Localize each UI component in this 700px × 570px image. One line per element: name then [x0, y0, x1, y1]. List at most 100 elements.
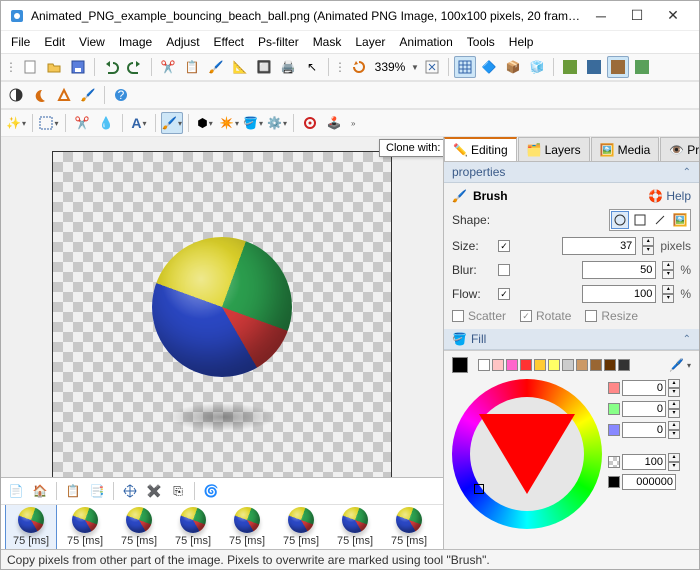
redo-button[interactable]	[124, 56, 146, 78]
zoom-fit-button[interactable]	[421, 56, 443, 78]
tab-layers[interactable]: 🗂️Layers	[518, 137, 590, 161]
more-tools-icon[interactable]: »	[351, 119, 355, 128]
menu-ps-filter[interactable]: Ps-filter	[252, 33, 305, 51]
zoom-control[interactable]: 339% ▼	[372, 60, 419, 74]
tool-d-icon[interactable]: 📐	[229, 56, 251, 78]
hex-input[interactable]	[622, 474, 676, 490]
frame-dup-icon[interactable]: ⎘	[167, 480, 189, 502]
swatch[interactable]	[492, 359, 504, 371]
help-link[interactable]: 🛟Help	[648, 189, 691, 203]
menu-help[interactable]: Help	[503, 33, 540, 51]
tool-c-icon[interactable]: 🖌️	[205, 56, 227, 78]
frame-del-icon[interactable]: ✖️	[143, 480, 165, 502]
ch2-spinner[interactable]: ▴▾	[668, 421, 680, 439]
flow-input[interactable]	[582, 285, 656, 303]
tool-f-icon[interactable]: 🖨️	[277, 56, 299, 78]
shape-line-button[interactable]	[651, 211, 669, 229]
size-checkbox[interactable]: ✓	[498, 240, 510, 252]
palette2-icon[interactable]	[583, 56, 605, 78]
frames-list[interactable]: 75 [ms] 75 [ms] 75 [ms] 75 [ms] 75 [ms] …	[1, 505, 443, 549]
ch0-spinner[interactable]: ▴▾	[668, 379, 680, 397]
swatch[interactable]	[520, 359, 532, 371]
clone-tool-icon[interactable]: ⚙️▾	[266, 112, 288, 134]
menu-view[interactable]: View	[73, 33, 111, 51]
ch2-input[interactable]	[622, 422, 666, 438]
grip-icon[interactable]: ⋮	[5, 60, 17, 74]
shape-tool-icon[interactable]: ⬢▾	[194, 112, 216, 134]
frame-item[interactable]: 75 [ms]	[5, 505, 57, 549]
frame-item[interactable]: 75 [ms]	[113, 505, 165, 549]
flow-spinner[interactable]: ▴▾	[662, 285, 674, 303]
eyedropper-icon[interactable]: 🖊️	[669, 358, 684, 372]
menu-file[interactable]: File	[5, 33, 36, 51]
crop-tool-icon[interactable]: ✂️	[71, 112, 93, 134]
color-wheel[interactable]	[452, 379, 602, 529]
shape-circle-button[interactable]	[611, 211, 629, 229]
ch1-input[interactable]	[622, 401, 666, 417]
color-marker[interactable]	[474, 484, 484, 494]
open-button[interactable]	[43, 56, 65, 78]
tool-b-icon[interactable]: 📋	[181, 56, 203, 78]
tool-e-icon[interactable]: 🔲	[253, 56, 275, 78]
palette4-icon[interactable]	[631, 56, 653, 78]
brush2-icon[interactable]: 🖌️	[77, 84, 99, 106]
frame-item[interactable]: 75 [ms]	[59, 505, 111, 549]
text-tool-icon[interactable]: A▾	[128, 112, 150, 134]
menu-effect[interactable]: Effect	[208, 33, 250, 51]
eyedrop-tool-icon[interactable]: 💧	[95, 112, 117, 134]
joystick-tool-icon[interactable]: 🕹️	[323, 112, 345, 134]
swatch[interactable]	[548, 359, 560, 371]
palette3-icon[interactable]	[607, 56, 629, 78]
canvas[interactable]	[52, 151, 392, 477]
tool-j-icon[interactable]: 🧊	[526, 56, 548, 78]
menu-layer[interactable]: Layer	[349, 33, 391, 51]
swatch[interactable]	[478, 359, 490, 371]
swatch[interactable]	[576, 359, 588, 371]
triangle-icon[interactable]	[53, 84, 75, 106]
rotate-button[interactable]	[348, 56, 370, 78]
frame-fx-icon[interactable]: 🌀	[200, 480, 222, 502]
maximize-button[interactable]: ☐	[619, 4, 655, 28]
frame-copy-icon[interactable]: 📋	[62, 480, 84, 502]
wand-tool-icon[interactable]: ✨▾	[5, 112, 27, 134]
swatch[interactable]	[534, 359, 546, 371]
alpha-input[interactable]	[622, 454, 666, 470]
menu-image[interactable]: Image	[113, 33, 158, 51]
blur-spinner[interactable]: ▴▾	[662, 261, 674, 279]
resize-checkbox[interactable]	[585, 310, 597, 322]
menu-animation[interactable]: Animation	[393, 33, 458, 51]
close-button[interactable]: ✕	[655, 4, 691, 28]
frame-new-icon[interactable]: 📄	[5, 480, 27, 502]
ch1-spinner[interactable]: ▴▾	[668, 400, 680, 418]
menu-edit[interactable]: Edit	[38, 33, 71, 51]
frame-item[interactable]: 75 [ms]	[167, 505, 219, 549]
swatch[interactable]	[562, 359, 574, 371]
section-fill-header[interactable]: 🪣Fill ⌃	[444, 329, 699, 350]
new-button[interactable]	[19, 56, 41, 78]
menu-mask[interactable]: Mask	[307, 33, 348, 51]
moon-icon[interactable]	[29, 84, 51, 106]
swatch[interactable]	[452, 357, 468, 373]
size-spinner[interactable]: ▴▾	[642, 237, 654, 255]
tool-h-icon[interactable]: 🔷	[478, 56, 500, 78]
star-tool-icon[interactable]: ✴️▾	[218, 112, 240, 134]
frame-item[interactable]: 75 [ms]	[329, 505, 381, 549]
alpha-spinner[interactable]: ▴▾	[668, 453, 680, 471]
chevron-up-icon[interactable]: ⌃	[683, 334, 691, 345]
swatch[interactable]	[604, 359, 616, 371]
contrast-icon[interactable]	[5, 84, 27, 106]
tool-a-icon[interactable]: ✂️	[157, 56, 179, 78]
tab-media[interactable]: 🖼️Media	[591, 137, 660, 161]
frame-item[interactable]: 75 [ms]	[275, 505, 327, 549]
frame-item[interactable]: 75 [ms]	[383, 505, 435, 549]
tab-preview[interactable]: 👁️Preview	[660, 137, 699, 161]
undo-button[interactable]	[100, 56, 122, 78]
palette1-icon[interactable]	[559, 56, 581, 78]
grip-icon[interactable]: ⋮	[334, 60, 346, 74]
swatch-menu-icon[interactable]: ▾	[687, 361, 691, 370]
chevron-down-icon[interactable]: ▼	[411, 63, 419, 72]
shape-custom-button[interactable]: 🖼️	[671, 211, 689, 229]
tool-i-icon[interactable]: 📦	[502, 56, 524, 78]
flow-checkbox[interactable]: ✓	[498, 288, 510, 300]
ch0-input[interactable]	[622, 380, 666, 396]
